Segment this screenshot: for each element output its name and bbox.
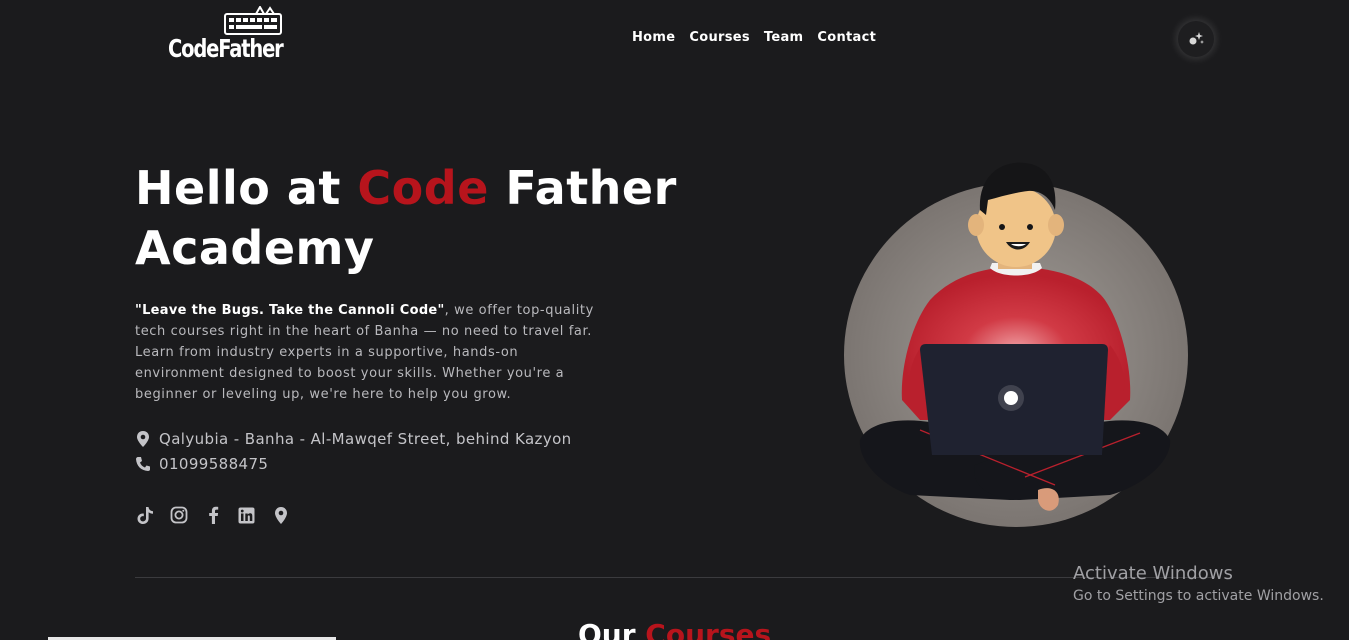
map-pin-icon [137, 431, 149, 447]
tiktok-icon[interactable] [135, 505, 154, 525]
phone-text: 01099588475 [159, 455, 269, 473]
hero-quote: "Leave the Bugs. Take the Cannoli Code" [135, 303, 445, 318]
hero-description: "Leave the Bugs. Take the Cannoli Code",… [135, 303, 594, 402]
theme-toggle-button[interactable] [1178, 21, 1214, 57]
windows-activation-watermark: Activate Windows Go to Settings to activ… [1073, 563, 1324, 604]
nav-contact[interactable]: Contact [817, 30, 876, 45]
main-nav: Home Courses Team Contact [632, 30, 890, 45]
phone-line: 01099588475 [135, 455, 268, 473]
watermark-subtitle: Go to Settings to activate Windows. [1073, 588, 1324, 604]
watermark-title: Activate Windows [1073, 563, 1233, 584]
courses-section-title: Our Courses [578, 618, 772, 640]
keyboard-icon [224, 6, 282, 35]
location-icon[interactable] [271, 505, 290, 525]
logo-wordmark: CodeFather [168, 34, 284, 63]
nav-team[interactable]: Team [764, 30, 803, 45]
brand-logo[interactable]: CodeFather [168, 6, 290, 64]
social-links [135, 505, 290, 525]
facebook-icon[interactable] [203, 505, 222, 525]
hero-illustration [844, 162, 1188, 527]
address-text: Qalyubia - Banha - Al-Mawqef Street, beh… [159, 430, 572, 448]
phone-icon [136, 457, 150, 471]
hero-title-accent: Code [357, 161, 489, 215]
hero-title: Hello at Code Father Academy [135, 161, 677, 275]
section-divider [135, 577, 1215, 578]
nav-home[interactable]: Home [632, 30, 675, 45]
nav-courses[interactable]: Courses [689, 30, 750, 45]
instagram-icon[interactable] [169, 505, 188, 525]
address-line: Qalyubia - Banha - Al-Mawqef Street, beh… [135, 430, 572, 448]
linkedin-icon[interactable] [237, 505, 256, 525]
sparkles-icon [1189, 32, 1204, 45]
